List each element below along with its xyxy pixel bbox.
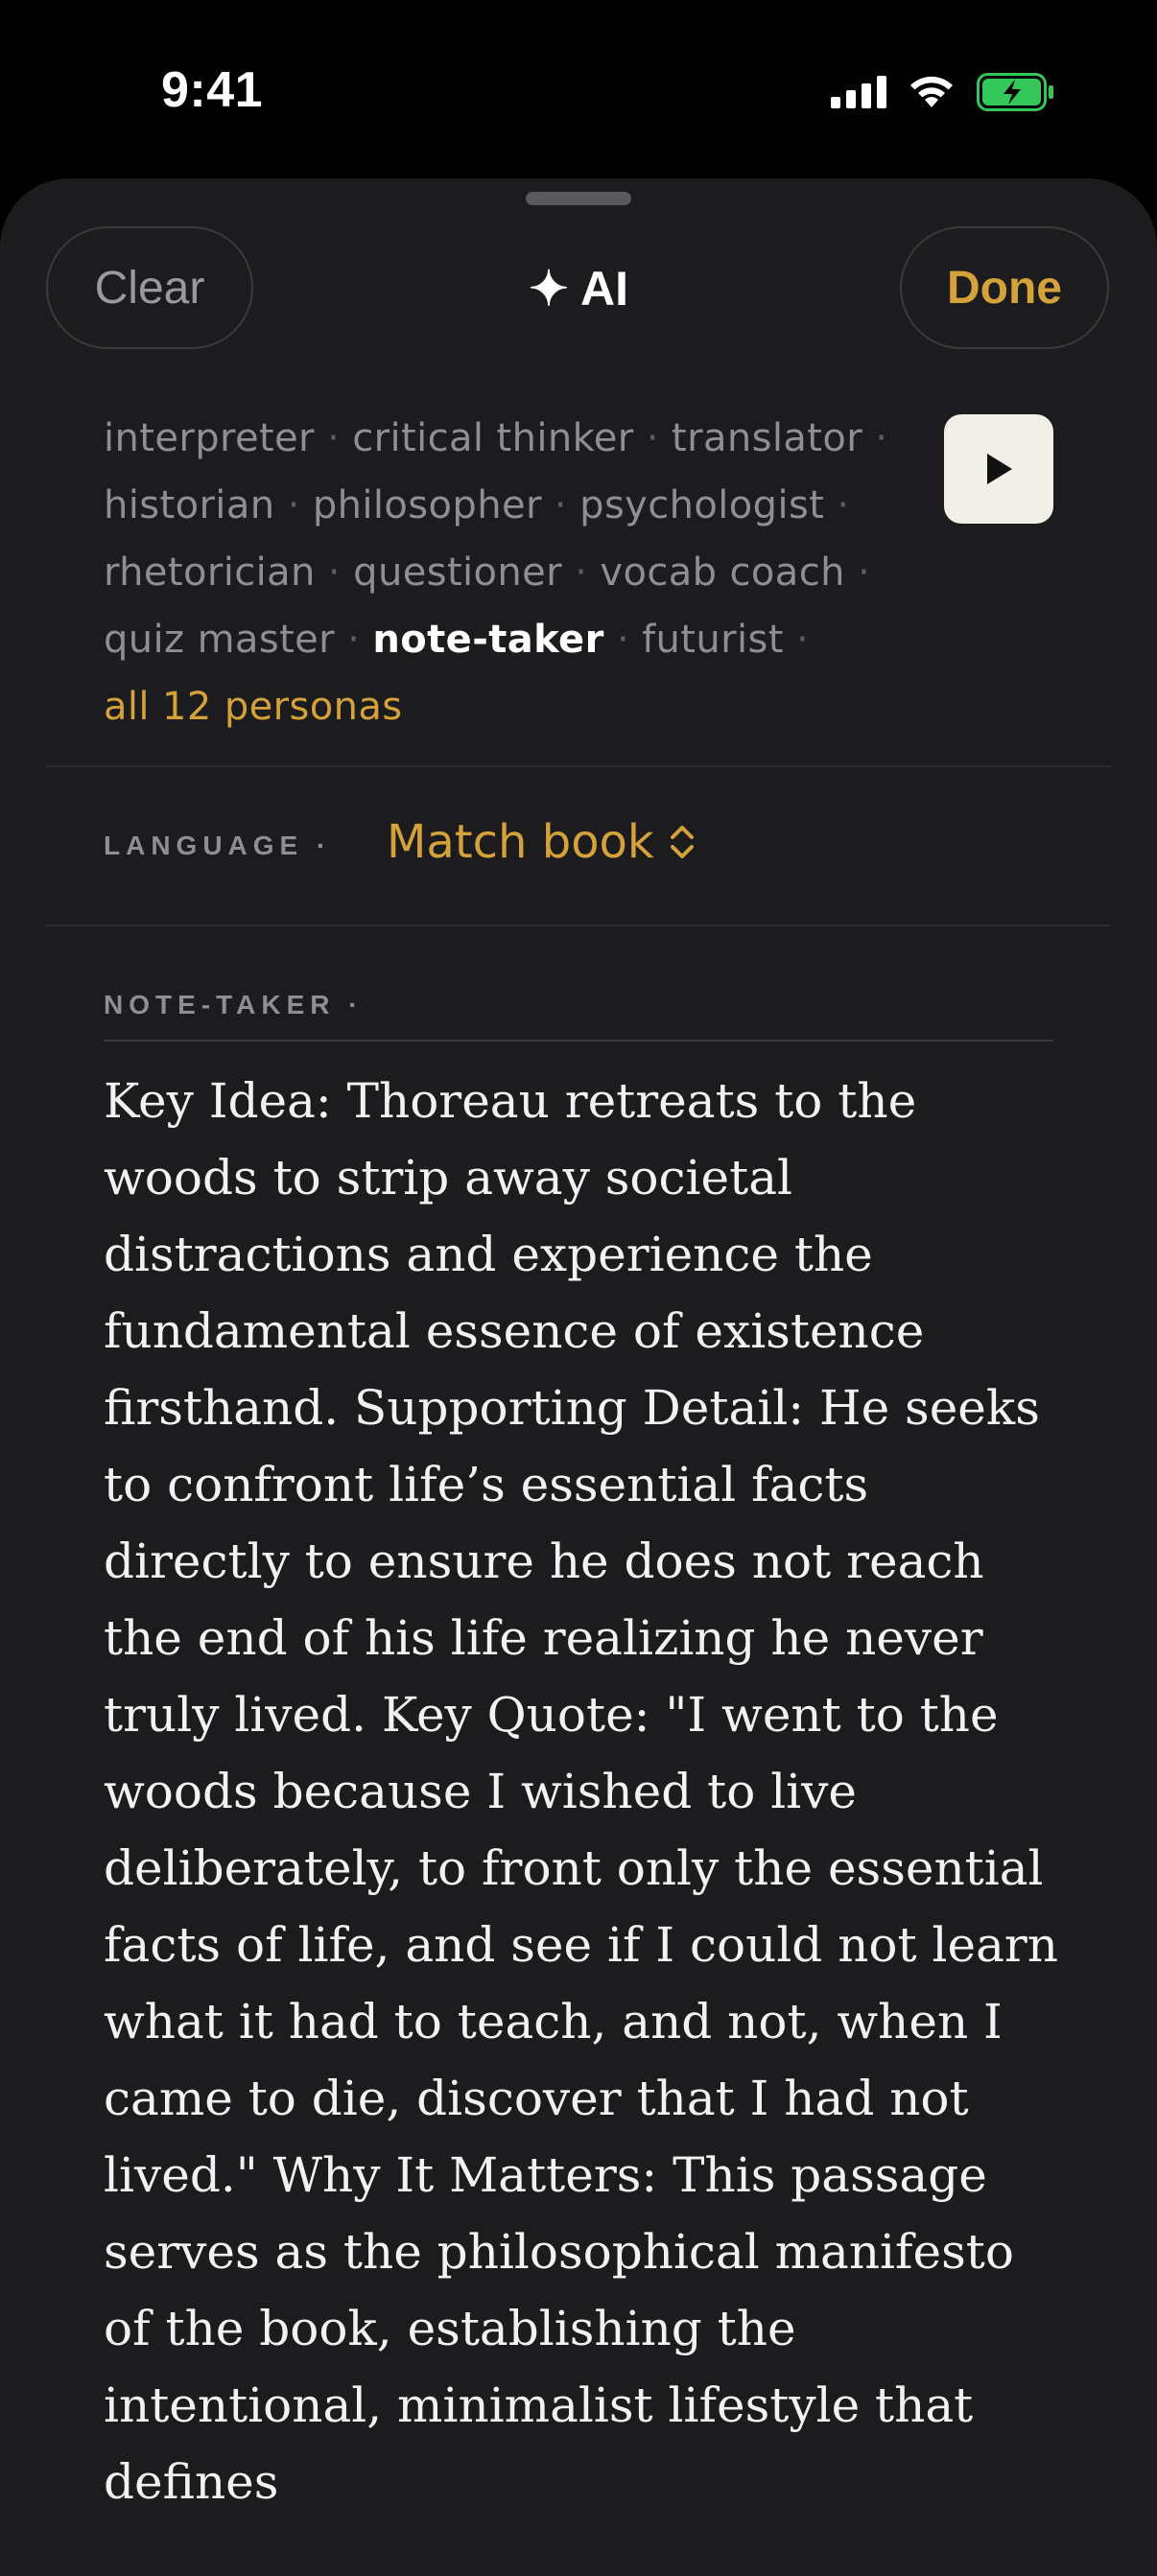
note-body-text: Key Idea: Thoreau retreats to the woods …	[104, 1073, 1058, 2510]
cellular-signal-icon	[831, 76, 886, 108]
persona-separator: ·	[327, 416, 353, 460]
persona-separator: ·	[858, 550, 871, 595]
persona-separator: ·	[347, 618, 373, 662]
play-icon	[987, 454, 1012, 484]
divider	[46, 925, 1111, 926]
section-divider	[104, 1040, 1053, 1042]
play-button[interactable]	[944, 414, 1053, 524]
ai-sheet: Clear ✦ AI Done interpreter · critical t…	[0, 178, 1157, 2576]
persona-separator: ·	[554, 483, 580, 527]
persona-translator[interactable]: translator	[672, 416, 862, 460]
persona-separator: ·	[327, 550, 354, 595]
persona-row: historian · philosopher · psychologist ·	[104, 472, 929, 539]
persona-separator: ·	[287, 483, 313, 527]
persona-quiz-master[interactable]: quiz master	[104, 618, 335, 662]
battery-charging-icon	[977, 73, 1053, 111]
persona-vocab-coach[interactable]: vocab coach	[600, 550, 844, 595]
divider	[46, 765, 1111, 767]
persona-row: interpreter · critical thinker · transla…	[104, 405, 929, 472]
note-taker-label: NOTE-TAKER ·	[104, 990, 364, 1019]
persona-rhetorician[interactable]: rhetorician	[104, 550, 316, 595]
persona-separator: ·	[837, 483, 850, 527]
persona-row: rhetorician · questioner · vocab coach ·	[104, 539, 929, 606]
persona-note-taker[interactable]: note-taker	[372, 618, 603, 662]
language-value: Match book	[387, 815, 654, 869]
status-bar: 9:41	[0, 0, 1157, 177]
persona-futurist[interactable]: futurist	[642, 618, 784, 662]
persona-philosopher[interactable]: philosopher	[313, 483, 542, 527]
persona-interpreter[interactable]: interpreter	[104, 416, 315, 460]
sheet-grabber[interactable]	[526, 192, 631, 205]
persona-separator: ·	[875, 416, 888, 460]
persona-separator: ·	[575, 550, 601, 595]
persona-separator: ·	[795, 618, 810, 662]
language-selector[interactable]: Match book	[387, 815, 697, 869]
all-personas-link[interactable]: all 12 personas	[104, 685, 403, 729]
persona-historian[interactable]: historian	[104, 483, 274, 527]
persona-questioner[interactable]: questioner	[353, 550, 562, 595]
persona-separator: ·	[616, 618, 643, 662]
done-button[interactable]: Done	[900, 226, 1109, 349]
language-label: LANGUAGE ·	[104, 831, 332, 860]
persona-row: quiz master · note-taker · futurist ·	[104, 606, 929, 673]
persona-row: all 12 personas	[104, 673, 929, 740]
chevron-up-down-icon	[670, 826, 694, 858]
persona-psychologist[interactable]: psychologist	[579, 483, 824, 527]
status-time: 9:41	[161, 62, 264, 118]
status-icons	[831, 73, 1055, 111]
wifi-icon	[910, 76, 953, 107]
persona-separator: ·	[646, 416, 673, 460]
persona-critical-thinker[interactable]: critical thinker	[352, 416, 633, 460]
persona-list: interpreter · critical thinker · transla…	[104, 405, 929, 740]
